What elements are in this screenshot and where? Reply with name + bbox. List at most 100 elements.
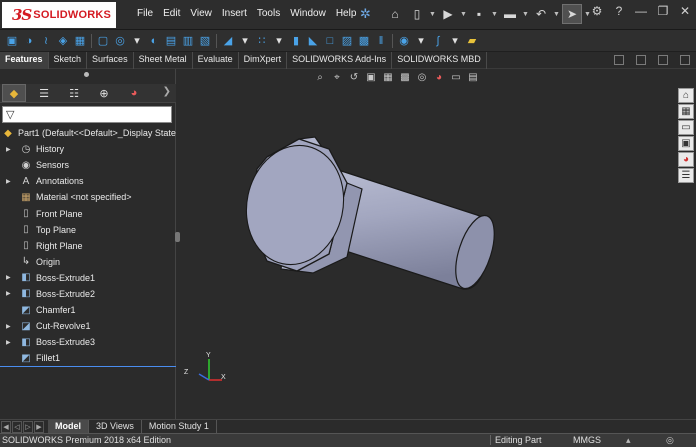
restore-icon[interactable]: ❐ <box>656 4 670 18</box>
pin-menu-icon[interactable]: ✲ <box>360 6 374 22</box>
expand-arrow-icon[interactable]: ▶ <box>6 323 14 330</box>
undo-icon[interactable]: ↶ <box>531 4 551 24</box>
configuration-manager-tab-icon[interactable]: ☷ <box>62 84 86 102</box>
tree-item[interactable]: ▶ ◧ Boss-Extrude3 <box>0 334 176 350</box>
extruded-boss-icon[interactable]: ▣ <box>4 33 20 49</box>
tree-item[interactable]: ▶ A Annotations <box>0 173 176 189</box>
menu-help[interactable]: Help <box>331 8 362 19</box>
extruded-cut-icon[interactable]: ▢ <box>95 33 111 49</box>
revolved-boss-icon[interactable]: ◑ <box>21 33 37 49</box>
chevron-down-icon[interactable]: ▾ <box>237 33 253 49</box>
tree-item[interactable]: ▶ ◧ Boss-Extrude2 <box>0 286 176 302</box>
tree-item[interactable]: ▶▯Front Plane <box>0 205 176 221</box>
last-tab-icon[interactable]: ▶ <box>34 420 44 433</box>
feature-filter-input[interactable]: ▽ <box>2 106 172 123</box>
tab-model[interactable]: Model <box>48 420 89 433</box>
menu-view[interactable]: View <box>185 8 217 19</box>
tree-item[interactable]: ▶▯Top Plane <box>0 222 176 238</box>
prev-tab-icon[interactable]: ◁ <box>12 420 22 433</box>
chevron-up-icon[interactable]: ▴ <box>626 435 631 446</box>
display-style-icon[interactable]: ▩ <box>398 72 412 83</box>
custom-properties-icon[interactable]: ☰ <box>678 168 694 183</box>
edit-appearance-icon[interactable]: ◕ <box>432 72 446 83</box>
options-icon[interactable]: ⚙ <box>590 4 604 18</box>
expand-arrow-icon[interactable]: ▶ <box>6 146 14 153</box>
swept-cut-icon[interactable]: ▤ <box>163 33 179 49</box>
reference-geometry-icon[interactable]: ◉ <box>396 33 412 49</box>
tree-root-part[interactable]: ◆ Part1 (Default<<Default>_Display State <box>0 125 176 141</box>
chevron-down-icon[interactable]: ▼ <box>429 11 436 18</box>
dimxpert-manager-tab-icon[interactable]: ⊕ <box>92 84 116 102</box>
design-library-icon[interactable]: ▦ <box>678 104 694 119</box>
intersect-icon[interactable]: ▩ <box>356 33 372 49</box>
tree-item[interactable]: ▶ ◧ Boss-Extrude1 <box>0 270 176 286</box>
save-icon[interactable]: ▪ <box>469 4 489 24</box>
view-settings-icon[interactable]: ▤ <box>466 72 480 83</box>
tab-features[interactable]: Features <box>0 52 49 69</box>
view-palette-icon[interactable]: ▣ <box>678 136 694 151</box>
chevron-down-icon[interactable]: ▼ <box>553 11 560 18</box>
apply-scene-icon[interactable]: ▭ <box>449 72 463 83</box>
next-tab-icon[interactable]: ▷ <box>23 420 33 433</box>
first-tab-icon[interactable]: ◀ <box>1 420 11 433</box>
tab-sketch[interactable]: Sketch <box>49 52 88 69</box>
boundary-cut-icon[interactable]: ▧ <box>197 33 213 49</box>
minimize-doc-icon[interactable] <box>636 55 646 65</box>
chevron-down-icon[interactable]: ▾ <box>413 33 429 49</box>
status-units[interactable]: MMGS <box>573 435 601 445</box>
tree-item[interactable]: ▶ ◪ Cut-Revolve1 <box>0 318 176 334</box>
menu-window[interactable]: Window <box>285 8 331 19</box>
linear-pattern-icon[interactable]: ∷ <box>254 33 270 49</box>
tab-sheet-metal[interactable]: Sheet Metal <box>134 52 193 69</box>
tree-item[interactable]: ▶↳Origin <box>0 254 176 270</box>
instant3d-icon[interactable]: ▰ <box>464 33 480 49</box>
tab-3d-views[interactable]: 3D Views <box>89 420 142 433</box>
display-manager-tab-icon[interactable]: ◕ <box>122 84 146 102</box>
tab-solidworks-add-ins[interactable]: SOLIDWORKS Add-Ins <box>287 52 393 69</box>
graphics-area[interactable]: Y X Z <box>177 69 676 419</box>
help-icon[interactable]: ? <box>612 4 626 18</box>
wrap-icon[interactable]: ▨ <box>339 33 355 49</box>
panel-grip-icon[interactable] <box>84 72 89 77</box>
swept-boss-icon[interactable]: ≀ <box>38 33 54 49</box>
expand-arrow-icon[interactable]: ▶ <box>6 290 14 297</box>
menu-file[interactable]: File <box>132 8 158 19</box>
property-manager-tab-icon[interactable]: ☰ <box>32 84 56 102</box>
section-view-icon[interactable]: ▣ <box>364 72 378 83</box>
menu-edit[interactable]: Edit <box>158 8 185 19</box>
rollback-bar[interactable] <box>0 366 176 367</box>
chevron-down-icon[interactable]: ▾ <box>129 33 145 49</box>
close-icon[interactable]: ✕ <box>678 4 692 18</box>
hide-show-items-icon[interactable]: ◎ <box>415 72 429 83</box>
appearances-icon[interactable]: ◕ <box>678 152 694 167</box>
rebuild-indicator-icon[interactable]: ◎ <box>666 435 674 446</box>
new-document-icon[interactable]: ▯ <box>407 4 427 24</box>
tree-item[interactable]: ▶◩Fillet1 <box>0 350 176 366</box>
shell-icon[interactable]: □ <box>322 33 338 49</box>
solidworks-resources-icon[interactable]: ⌂ <box>678 88 694 103</box>
tree-item[interactable]: ▶◩Chamfer1 <box>0 302 176 318</box>
expand-panel-icon[interactable]: ❯ <box>163 86 171 97</box>
bolt-model[interactable]: Y X Z <box>177 69 676 419</box>
print-icon[interactable]: ▬ <box>500 4 520 24</box>
chevron-down-icon[interactable]: ▼ <box>522 11 529 18</box>
lofted-boss-icon[interactable]: ◈ <box>55 33 71 49</box>
lofted-cut-icon[interactable]: ▥ <box>180 33 196 49</box>
expand-arrow-icon[interactable]: ▶ <box>6 274 14 281</box>
tree-item[interactable]: ▶◉Sensors <box>0 157 176 173</box>
fillet-icon[interactable]: ◢ <box>220 33 236 49</box>
zoom-to-area-icon[interactable]: ⌖ <box>330 72 344 83</box>
expand-arrow-icon[interactable]: ▶ <box>6 339 14 346</box>
select-icon[interactable]: ➤ <box>562 4 582 24</box>
file-explorer-icon[interactable]: ▭ <box>678 120 694 135</box>
chevron-down-icon[interactable]: ▾ <box>447 33 463 49</box>
minimize-icon[interactable]: — <box>634 4 648 18</box>
boundary-boss-icon[interactable]: ▦ <box>72 33 88 49</box>
view-orientation-icon[interactable]: ▦ <box>381 72 395 83</box>
tab-solidworks-mbd[interactable]: SOLIDWORKS MBD <box>392 52 487 69</box>
panel-splitter-icon[interactable] <box>175 232 180 242</box>
hole-wizard-icon[interactable]: ◎ <box>112 33 128 49</box>
chevron-down-icon[interactable]: ▼ <box>491 11 498 18</box>
tab-evaluate[interactable]: Evaluate <box>193 52 239 69</box>
curves-icon[interactable]: ∫ <box>430 33 446 49</box>
